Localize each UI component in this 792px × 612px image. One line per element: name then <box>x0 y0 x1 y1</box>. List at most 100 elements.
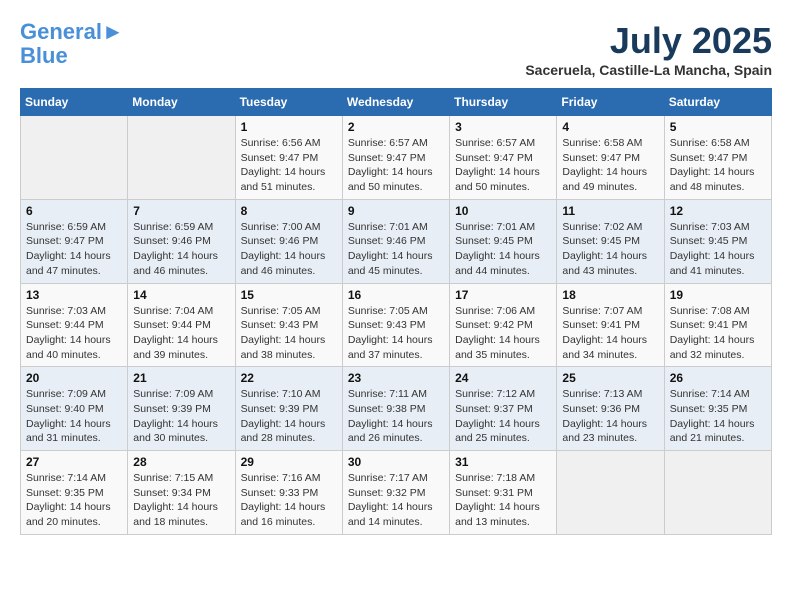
calendar-cell: 8 Sunrise: 7:00 AMSunset: 9:46 PMDaylight… <box>235 199 342 283</box>
calendar-cell: 30 Sunrise: 7:17 AMSunset: 9:32 PMDayligh… <box>342 451 449 535</box>
header-friday: Friday <box>557 89 664 116</box>
calendar-cell: 24 Sunrise: 7:12 AMSunset: 9:37 PMDayligh… <box>450 367 557 451</box>
day-number: 8 <box>241 204 337 218</box>
day-info: Sunrise: 7:01 AMSunset: 9:45 PMDaylight:… <box>455 220 551 279</box>
day-number: 26 <box>670 371 766 385</box>
calendar-cell: 19 Sunrise: 7:08 AMSunset: 9:41 PMDayligh… <box>664 283 771 367</box>
day-info: Sunrise: 7:10 AMSunset: 9:39 PMDaylight:… <box>241 387 337 446</box>
day-number: 9 <box>348 204 444 218</box>
day-info: Sunrise: 6:59 AMSunset: 9:47 PMDaylight:… <box>26 220 122 279</box>
calendar-cell: 2Sunrise: 6:57 AMSunset: 9:47 PMDaylight… <box>342 116 449 200</box>
day-info: Sunrise: 7:05 AMSunset: 9:43 PMDaylight:… <box>241 304 337 363</box>
day-info: Sunrise: 7:02 AMSunset: 9:45 PMDaylight:… <box>562 220 658 279</box>
day-info: Sunrise: 6:57 AMSunset: 9:47 PMDaylight:… <box>455 136 551 195</box>
day-info: Sunrise: 7:11 AMSunset: 9:38 PMDaylight:… <box>348 387 444 446</box>
calendar-cell <box>664 451 771 535</box>
day-number: 10 <box>455 204 551 218</box>
calendar-cell: 27 Sunrise: 7:14 AMSunset: 9:35 PMDayligh… <box>21 451 128 535</box>
day-info: Sunrise: 6:57 AMSunset: 9:47 PMDaylight:… <box>348 136 444 195</box>
page-header: General► Blue July 2025 Saceruela, Casti… <box>20 20 772 78</box>
day-number: 4 <box>562 120 658 134</box>
day-number: 25 <box>562 371 658 385</box>
day-info: Sunrise: 7:09 AMSunset: 9:40 PMDaylight:… <box>26 387 122 446</box>
calendar-cell <box>557 451 664 535</box>
day-info: Sunrise: 7:04 AMSunset: 9:44 PMDaylight:… <box>133 304 229 363</box>
day-number: 21 <box>133 371 229 385</box>
day-info: Sunrise: 7:14 AMSunset: 9:35 PMDaylight:… <box>26 471 122 530</box>
calendar-cell: 1 Sunrise: 6:56 AMSunset: 9:47 PMDaylight… <box>235 116 342 200</box>
day-info: Sunrise: 7:17 AMSunset: 9:32 PMDaylight:… <box>348 471 444 530</box>
day-info: Sunrise: 7:08 AMSunset: 9:41 PMDaylight:… <box>670 304 766 363</box>
calendar-cell: 26Sunrise: 7:14 AMSunset: 9:35 PMDayligh… <box>664 367 771 451</box>
calendar-cell: 7Sunrise: 6:59 AMSunset: 9:46 PMDaylight… <box>128 199 235 283</box>
day-info: Sunrise: 6:58 AMSunset: 9:47 PMDaylight:… <box>670 136 766 195</box>
day-number: 5 <box>670 120 766 134</box>
day-info: Sunrise: 7:12 AMSunset: 9:37 PMDaylight:… <box>455 387 551 446</box>
calendar-cell: 13 Sunrise: 7:03 AMSunset: 9:44 PMDayligh… <box>21 283 128 367</box>
day-info: Sunrise: 6:59 AMSunset: 9:46 PMDaylight:… <box>133 220 229 279</box>
calendar-cell <box>21 116 128 200</box>
title-area: July 2025 Saceruela, Castille-La Mancha,… <box>525 20 772 78</box>
calendar-cell: 29 Sunrise: 7:16 AMSunset: 9:33 PMDayligh… <box>235 451 342 535</box>
calendar-cell: 4 Sunrise: 6:58 AMSunset: 9:47 PMDaylight… <box>557 116 664 200</box>
day-number: 18 <box>562 288 658 302</box>
day-info: Sunrise: 6:58 AMSunset: 9:47 PMDaylight:… <box>562 136 658 195</box>
calendar-cell: 9 Sunrise: 7:01 AMSunset: 9:46 PMDaylight… <box>342 199 449 283</box>
week-row-3: 20 Sunrise: 7:09 AMSunset: 9:40 PMDayligh… <box>21 367 772 451</box>
calendar-cell: 10 Sunrise: 7:01 AMSunset: 9:45 PMDayligh… <box>450 199 557 283</box>
calendar-cell: 16Sunrise: 7:05 AMSunset: 9:43 PMDayligh… <box>342 283 449 367</box>
logo: General► Blue <box>20 20 124 68</box>
week-row-2: 13 Sunrise: 7:03 AMSunset: 9:44 PMDayligh… <box>21 283 772 367</box>
day-number: 24 <box>455 371 551 385</box>
header-wednesday: Wednesday <box>342 89 449 116</box>
calendar-cell: 21 Sunrise: 7:09 AMSunset: 9:39 PMDayligh… <box>128 367 235 451</box>
header-monday: Monday <box>128 89 235 116</box>
week-row-0: 1 Sunrise: 6:56 AMSunset: 9:47 PMDaylight… <box>21 116 772 200</box>
day-number: 31 <box>455 455 551 469</box>
day-info: Sunrise: 7:00 AMSunset: 9:46 PMDaylight:… <box>241 220 337 279</box>
calendar-cell: 12Sunrise: 7:03 AMSunset: 9:45 PMDayligh… <box>664 199 771 283</box>
day-info: Sunrise: 7:18 AMSunset: 9:31 PMDaylight:… <box>455 471 551 530</box>
day-number: 20 <box>26 371 122 385</box>
calendar-table: SundayMondayTuesdayWednesdayThursdayFrid… <box>20 88 772 535</box>
day-number: 13 <box>26 288 122 302</box>
header-row: SundayMondayTuesdayWednesdayThursdayFrid… <box>21 89 772 116</box>
day-number: 1 <box>241 120 337 134</box>
day-number: 29 <box>241 455 337 469</box>
logo-blue: Blue <box>20 44 68 68</box>
calendar-cell: 23 Sunrise: 7:11 AMSunset: 9:38 PMDayligh… <box>342 367 449 451</box>
day-info: Sunrise: 7:09 AMSunset: 9:39 PMDaylight:… <box>133 387 229 446</box>
day-number: 12 <box>670 204 766 218</box>
location-subtitle: Saceruela, Castille-La Mancha, Spain <box>525 62 772 78</box>
day-number: 17 <box>455 288 551 302</box>
day-info: Sunrise: 7:03 AMSunset: 9:44 PMDaylight:… <box>26 304 122 363</box>
calendar-cell: 15 Sunrise: 7:05 AMSunset: 9:43 PMDayligh… <box>235 283 342 367</box>
calendar-cell: 11 Sunrise: 7:02 AMSunset: 9:45 PMDayligh… <box>557 199 664 283</box>
week-row-1: 6 Sunrise: 6:59 AMSunset: 9:47 PMDaylight… <box>21 199 772 283</box>
calendar-cell: 25 Sunrise: 7:13 AMSunset: 9:36 PMDayligh… <box>557 367 664 451</box>
day-info: Sunrise: 6:56 AMSunset: 9:47 PMDaylight:… <box>241 136 337 195</box>
day-number: 23 <box>348 371 444 385</box>
calendar-cell: 6 Sunrise: 6:59 AMSunset: 9:47 PMDaylight… <box>21 199 128 283</box>
day-number: 15 <box>241 288 337 302</box>
calendar-cell: 3 Sunrise: 6:57 AMSunset: 9:47 PMDaylight… <box>450 116 557 200</box>
day-info: Sunrise: 7:06 AMSunset: 9:42 PMDaylight:… <box>455 304 551 363</box>
calendar-cell: 5 Sunrise: 6:58 AMSunset: 9:47 PMDaylight… <box>664 116 771 200</box>
day-number: 11 <box>562 204 658 218</box>
calendar-cell: 14Sunrise: 7:04 AMSunset: 9:44 PMDayligh… <box>128 283 235 367</box>
day-number: 27 <box>26 455 122 469</box>
header-tuesday: Tuesday <box>235 89 342 116</box>
day-number: 19 <box>670 288 766 302</box>
day-number: 30 <box>348 455 444 469</box>
calendar-cell: 31 Sunrise: 7:18 AMSunset: 9:31 PMDayligh… <box>450 451 557 535</box>
header-sunday: Sunday <box>21 89 128 116</box>
day-number: 6 <box>26 204 122 218</box>
day-number: 3 <box>455 120 551 134</box>
day-info: Sunrise: 7:16 AMSunset: 9:33 PMDaylight:… <box>241 471 337 530</box>
day-info: Sunrise: 7:01 AMSunset: 9:46 PMDaylight:… <box>348 220 444 279</box>
week-row-4: 27 Sunrise: 7:14 AMSunset: 9:35 PMDayligh… <box>21 451 772 535</box>
day-info: Sunrise: 7:13 AMSunset: 9:36 PMDaylight:… <box>562 387 658 446</box>
calendar-cell: 17 Sunrise: 7:06 AMSunset: 9:42 PMDayligh… <box>450 283 557 367</box>
header-thursday: Thursday <box>450 89 557 116</box>
day-info: Sunrise: 7:05 AMSunset: 9:43 PMDaylight:… <box>348 304 444 363</box>
